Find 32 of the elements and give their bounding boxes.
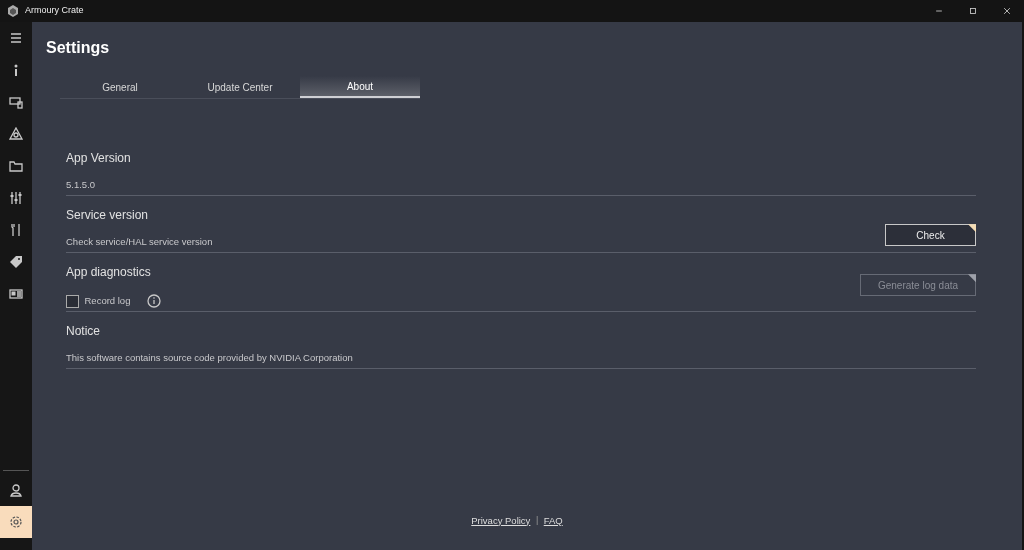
folder-icon	[9, 159, 23, 173]
checkbox[interactable]	[66, 294, 79, 308]
close-icon	[1002, 6, 1012, 16]
tools-icon	[9, 223, 23, 237]
maximize-icon	[968, 6, 978, 16]
footer-link[interactable]: Privacy Policy	[471, 513, 531, 528]
user-icon	[9, 483, 23, 497]
news-icon	[9, 287, 23, 301]
window-title: Armoury Crate	[25, 4, 85, 18]
separator: |	[535, 514, 539, 528]
menu-icon	[9, 31, 23, 45]
section-text: Check service/HAL service version	[66, 235, 213, 249]
section-title: Service version	[66, 207, 150, 224]
page-title: Settings	[46, 38, 111, 58]
sliders-icon	[9, 191, 23, 205]
check-button[interactable]: Check	[885, 224, 976, 247]
section-text: 5.1.5.0	[66, 178, 97, 192]
footer-link[interactable]: FAQ	[543, 513, 563, 528]
section-title: App Version	[66, 150, 131, 167]
settings-icon	[9, 515, 23, 529]
section-title: Notice	[66, 323, 101, 340]
logo-icon	[5, 4, 20, 18]
tab[interactable]: General	[60, 76, 180, 98]
tab[interactable]: Update Center	[180, 76, 300, 98]
section-text: This software contains source code provided by NVIDIA Corporation	[66, 351, 353, 365]
tag-icon	[9, 255, 23, 269]
tab[interactable]: About	[300, 76, 420, 98]
keyboard-icon	[9, 95, 23, 109]
checkbox-label: Record log	[84, 294, 131, 308]
section-title: App diagnostics	[66, 264, 152, 281]
triangle-icon	[9, 127, 23, 141]
info-icon[interactable]	[146, 294, 161, 309]
